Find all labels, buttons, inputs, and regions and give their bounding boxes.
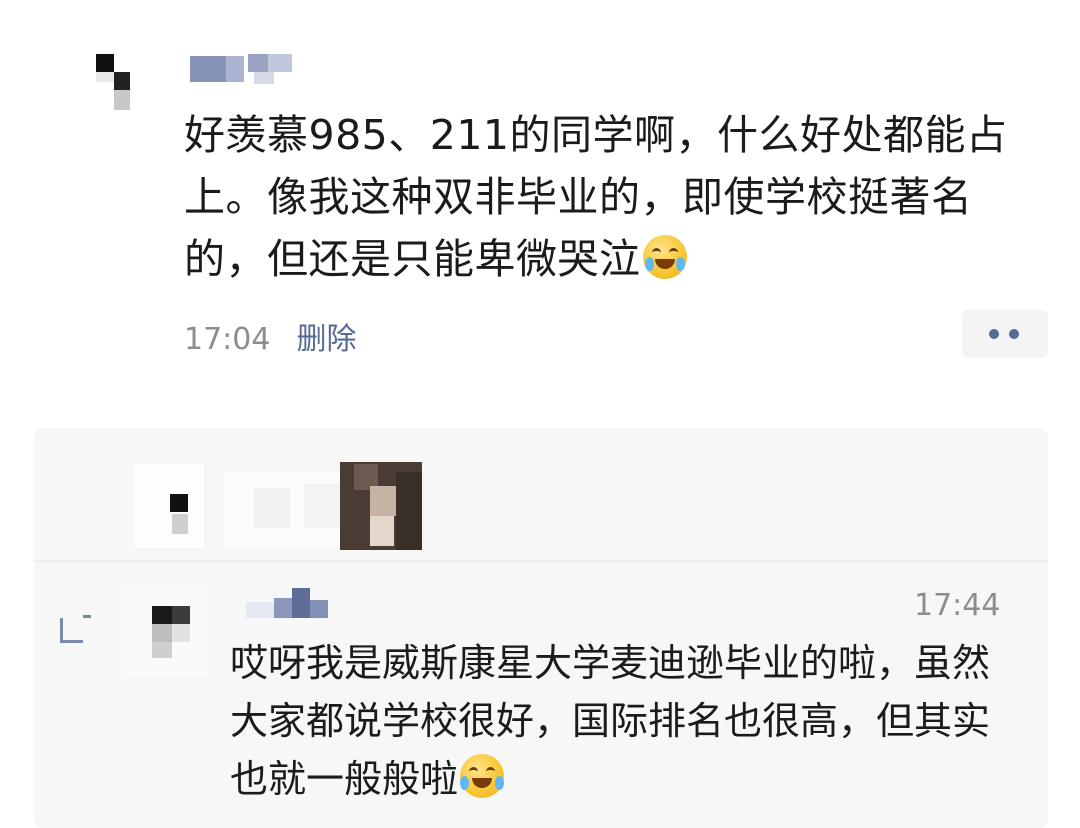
comment-time: 17:44 [914,588,1001,623]
more-dot-icon [1009,329,1019,339]
comment-username[interactable] [246,584,330,624]
comment-avatar[interactable] [122,590,208,676]
post-text: 好羡慕985、211的同学啊，什么好处都能占上。像我这种双非毕业的，即使学校挺著… [184,104,1044,290]
post-time: 17:04 [184,322,271,357]
crying-laughing-emoji [642,235,687,279]
divider [34,560,1048,562]
post-meta: 17:04 删除 [184,318,356,362]
post-text-content: 好羡慕985、211的同学啊，什么好处都能占上。像我这种双非毕业的，即使学校挺著… [184,111,1008,283]
post-avatar[interactable] [94,52,138,112]
comment-text: 哎呀我是威斯康星大学麦迪逊毕业的啦，虽然大家都说学校很好，国际排名也很高，但其实… [230,634,1020,808]
more-dot-icon [989,329,999,339]
liker-avatar[interactable] [340,462,422,550]
liker-avatar[interactable] [134,464,204,548]
tears-of-joy-emoji [460,754,505,798]
delete-link[interactable]: 删除 [296,322,356,357]
more-options-button[interactable] [962,310,1048,358]
post-username[interactable] [190,52,310,88]
reply-icon [60,615,91,643]
like-row [34,428,1048,558]
comment-text-content: 哎呀我是威斯康星大学麦迪逊毕业的啦，虽然大家都说学校很好，国际排名也很高，但其实… [230,641,991,801]
